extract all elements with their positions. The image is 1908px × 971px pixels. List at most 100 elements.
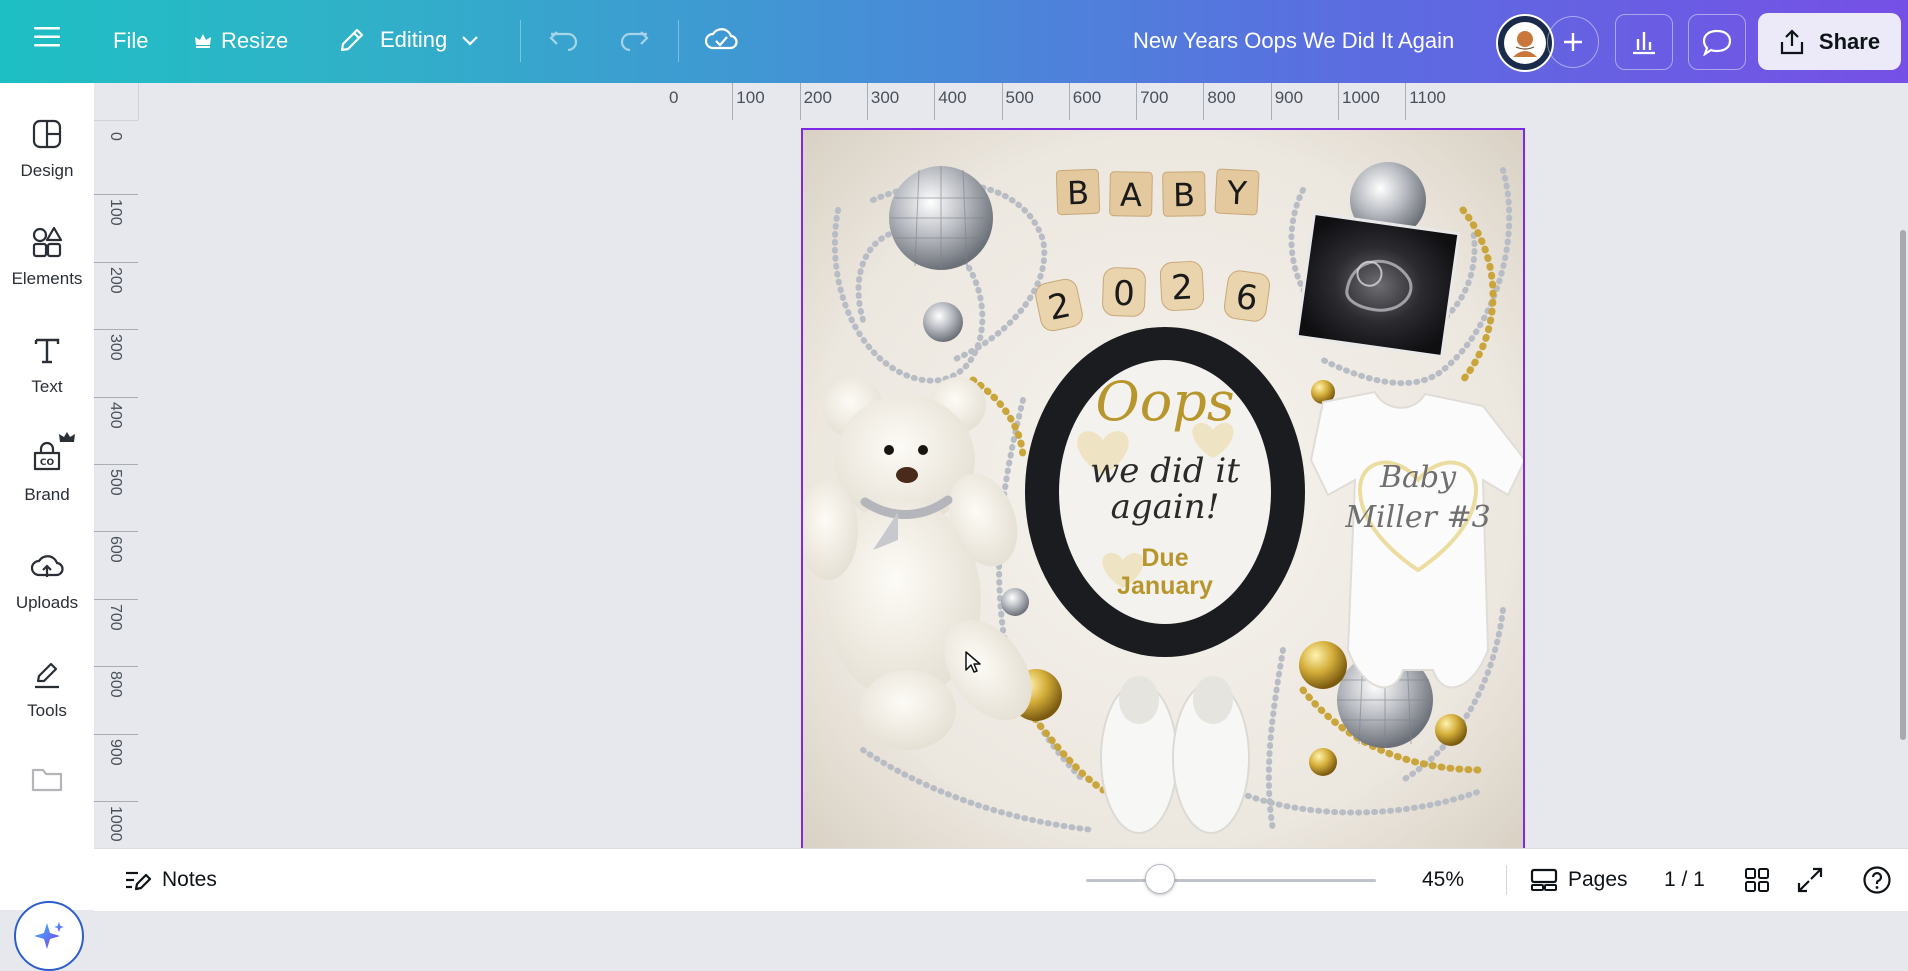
zoom-slider-track[interactable]: [1086, 879, 1376, 882]
folder-icon[interactable]: [30, 765, 64, 793]
sidebar-item-text[interactable]: Text: [0, 333, 94, 397]
ruler-label: 600: [107, 536, 124, 564]
pages-icon: [1530, 868, 1558, 891]
bar-chart-icon: [1633, 32, 1655, 55]
ruler-tick: [94, 666, 138, 668]
ruler-tick: [94, 531, 138, 533]
comment-icon: [1702, 29, 1732, 56]
add-collaborator-button[interactable]: [1547, 16, 1599, 68]
page-counter[interactable]: 1 / 1: [1664, 849, 1705, 911]
sign-line-we-did-it: we did it: [1090, 451, 1240, 491]
ruler-label: 1100: [1409, 88, 1446, 107]
ruler-tick: [1136, 83, 1138, 120]
ruler-tick: [1270, 83, 1272, 120]
ultrasound-photo: [1295, 211, 1461, 359]
sidebar-item-label: Uploads: [15, 593, 79, 612]
top-toolbar: File Resize Editing New Years Oops We Di…: [0, 0, 1908, 83]
fullscreen-button[interactable]: [1796, 849, 1824, 911]
ruler-label: 100: [736, 88, 765, 107]
share-label: Share: [1818, 28, 1881, 54]
grid-view-button[interactable]: [1744, 849, 1770, 911]
redo-button[interactable]: [618, 26, 650, 54]
ruler-tick: [866, 83, 868, 120]
ruler-tick: [94, 598, 138, 600]
pages-button[interactable]: Pages: [1530, 849, 1628, 911]
sidebar-item-tools[interactable]: Tools: [0, 657, 94, 721]
letter-tile: B: [1173, 176, 1196, 214]
ruler-tick: [94, 329, 138, 331]
help-button[interactable]: [1862, 849, 1892, 911]
resize-button[interactable]: Resize: [194, 28, 288, 54]
save-status-button[interactable]: [704, 24, 738, 54]
ruler-tick: [934, 83, 936, 120]
zoom-level-button[interactable]: 45%: [1422, 849, 1464, 911]
ruler-tick: [94, 261, 138, 263]
ruler-label: 200: [107, 266, 124, 294]
letter-tile: A: [1120, 176, 1143, 214]
notes-label: Notes: [162, 868, 217, 891]
pages-label: Pages: [1568, 868, 1628, 891]
gold-ornament: [1309, 748, 1337, 776]
zoom-slider-thumb[interactable]: [1144, 864, 1175, 894]
expand-icon: [1797, 867, 1823, 893]
ruler-label: 1000: [107, 806, 124, 842]
hamburger-icon: [34, 27, 60, 47]
sidebar-item-label: Design: [20, 161, 74, 180]
bottom-bar: Notes 45% Pages 1 / 1: [94, 848, 1908, 911]
vertical-scrollbar[interactable]: [1900, 230, 1906, 740]
user-avatar[interactable]: [1496, 14, 1554, 72]
magic-assistant-button[interactable]: [14, 901, 84, 971]
sidebar-item-design[interactable]: Design: [0, 117, 94, 181]
canvas-workspace[interactable]: B A B Y 2 0 2 6 Oops we did it again! Du…: [138, 120, 1908, 848]
main-menu-button[interactable]: [34, 26, 60, 48]
share-button[interactable]: Share: [1758, 13, 1901, 70]
announcement-artwork: B A B Y 2 0 2 6 Oops we did it again! Du…: [803, 130, 1523, 848]
chevron-down-icon: [462, 36, 479, 46]
avatar-logo-icon: [1504, 22, 1546, 64]
text-icon: [34, 338, 60, 364]
pencil-icon: [340, 28, 364, 52]
comments-button[interactable]: [1688, 14, 1746, 70]
premium-crown-icon: [59, 432, 75, 442]
design-page[interactable]: B A B Y 2 0 2 6 Oops we did it again! Du…: [801, 128, 1525, 848]
notes-button[interactable]: Notes: [124, 849, 217, 911]
help-icon: [1863, 866, 1891, 894]
left-sidebar: Design Elements Text CO Brand Uploads To…: [0, 83, 95, 971]
number-tile: 0: [1112, 274, 1135, 315]
sidebar-item-brand[interactable]: CO Brand: [0, 441, 94, 505]
silver-ornament: [1001, 588, 1029, 616]
ruler-tick: [94, 733, 138, 735]
sidebar-item-elements[interactable]: Elements: [0, 225, 94, 289]
toolbar-divider: [520, 20, 521, 62]
ruler-label: 700: [107, 603, 124, 631]
letter-tile: B: [1066, 174, 1089, 213]
onesie-name-text: Miller #3: [1344, 500, 1490, 535]
file-menu-button[interactable]: File: [113, 28, 148, 54]
file-menu-label: File: [113, 28, 149, 53]
ruler-label: 200: [803, 88, 832, 107]
toolbar-divider: [678, 20, 679, 62]
undo-button[interactable]: [548, 26, 580, 54]
ruler-tick: [1068, 83, 1070, 120]
sidebar-item-label: Tools: [27, 701, 67, 720]
ruler-label: 500: [107, 469, 124, 496]
document-title[interactable]: New Years Oops We Did It Again: [1133, 28, 1454, 54]
document-title-text: New Years Oops We Did It Again: [1133, 28, 1455, 53]
mouse-cursor-icon: [965, 651, 981, 673]
ruler-label: 700: [1140, 88, 1169, 107]
resize-label: Resize: [221, 28, 289, 53]
ruler-label: 300: [870, 88, 900, 107]
sign-line-again: again!: [1111, 487, 1220, 527]
ruler-tick: [94, 194, 138, 196]
redo-icon: [620, 31, 649, 52]
grid-view-icon: [1745, 868, 1769, 892]
ruler-label: 0: [107, 132, 124, 141]
ruler-label: 400: [107, 401, 124, 429]
silver-ornament: [923, 302, 963, 342]
ruler-label: 400: [938, 88, 967, 107]
editing-mode-dropdown[interactable]: Editing: [338, 26, 479, 54]
ruler-label: 800: [107, 671, 124, 698]
sidebar-item-uploads[interactable]: Uploads: [0, 549, 94, 613]
insights-button[interactable]: [1615, 14, 1673, 70]
ruler-tick: [1203, 83, 1205, 120]
